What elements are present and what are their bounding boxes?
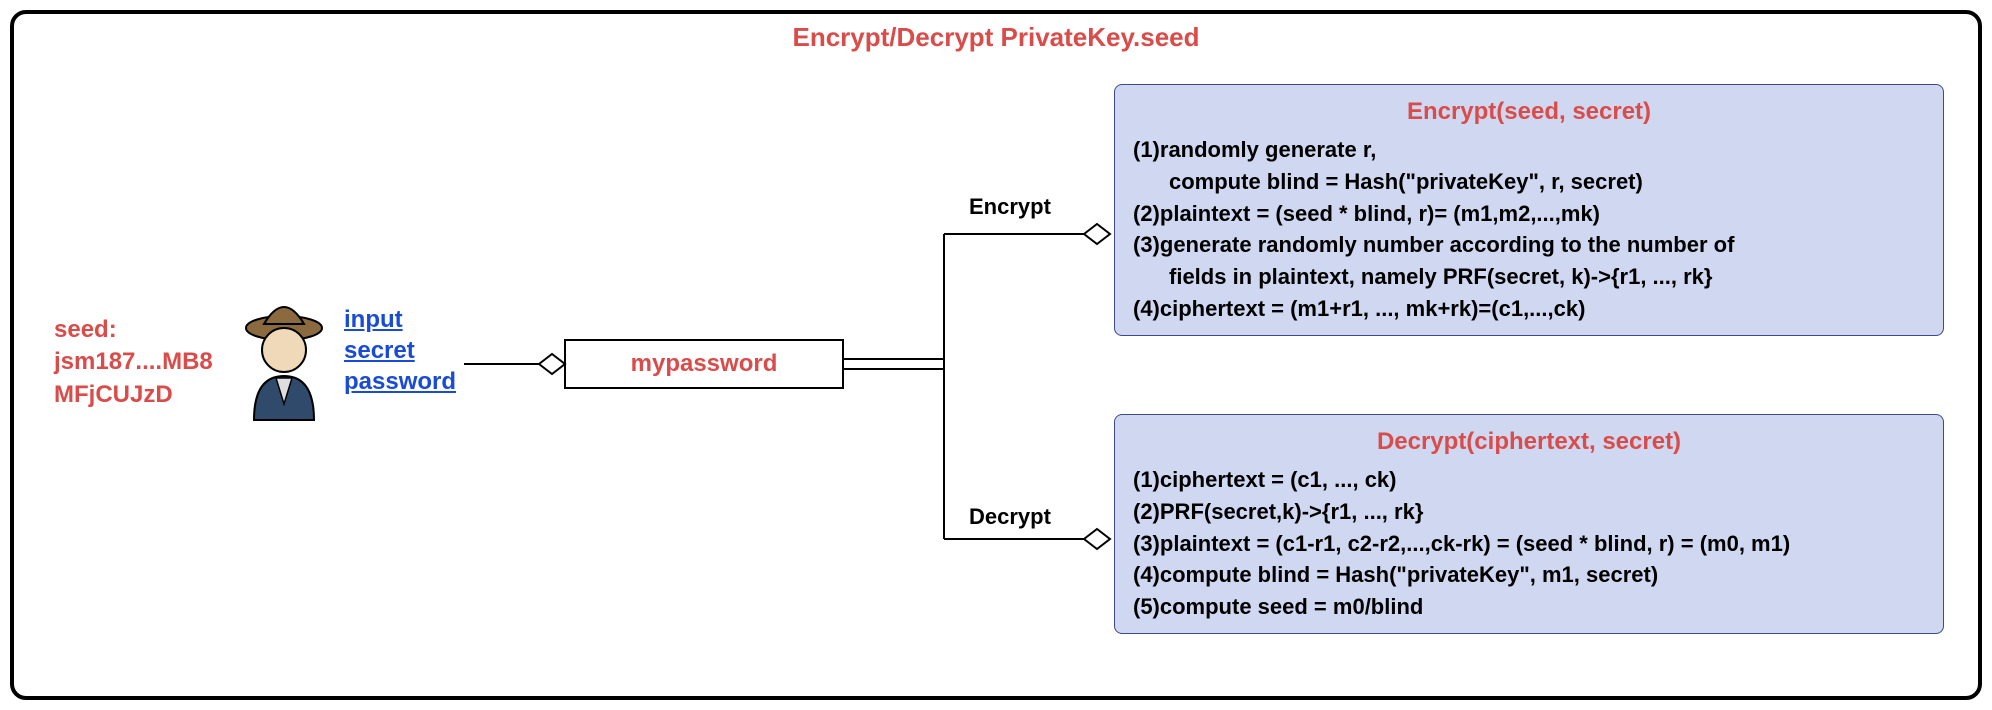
label-input: input (344, 304, 456, 335)
encrypt-box: Encrypt(seed, secret) (1)randomly genera… (1114, 84, 1944, 336)
decrypt-step2: (2)PRF(secret,k)->{r1, ..., rk} (1133, 496, 1925, 528)
encrypt-step3: (3)generate randomly number according to… (1133, 229, 1925, 261)
decrypt-step3: (3)plaintext = (c1-r1, c2-r2,...,ck-rk) … (1133, 528, 1925, 560)
diagram-frame: Encrypt/Decrypt PrivateKey.seed seed: js… (10, 10, 1982, 700)
decrypt-box: Decrypt(ciphertext, secret) (1)ciphertex… (1114, 414, 1944, 634)
encrypt-step1b: compute blind = Hash("privateKey", r, se… (1133, 166, 1925, 198)
seed-line1: jsm187....MB8 (54, 346, 213, 378)
diagram-title: Encrypt/Decrypt PrivateKey.seed (792, 22, 1199, 53)
password-value: mypassword (631, 350, 778, 378)
decrypt-label: Decrypt (969, 504, 1051, 530)
decrypt-step5: (5)compute seed = m0/blind (1133, 591, 1925, 623)
encrypt-step4: (4)ciphertext = (m1+r1, ..., mk+rk)=(c1,… (1133, 293, 1925, 325)
label-secret: secret (344, 335, 456, 366)
decrypt-step1: (1)ciphertext = (c1, ..., ck) (1133, 464, 1925, 496)
seed-label: seed: (54, 314, 213, 346)
user-icon (234, 294, 334, 429)
decrypt-header: Decrypt(ciphertext, secret) (1133, 425, 1925, 460)
encrypt-step1: (1)randomly generate r, (1133, 134, 1925, 166)
encrypt-step3b: fields in plaintext, namely PRF(secret, … (1133, 261, 1925, 293)
decrypt-body: (1)ciphertext = (c1, ..., ck) (2)PRF(sec… (1133, 464, 1925, 623)
input-labels: input secret password (344, 304, 456, 398)
encrypt-step2: (2)plaintext = (seed * blind, r)= (m1,m2… (1133, 198, 1925, 230)
decrypt-step4: (4)compute blind = Hash("privateKey", m1… (1133, 559, 1925, 591)
seed-line2: MFjCUJzD (54, 379, 213, 411)
password-box: mypassword (564, 339, 844, 389)
encrypt-body: (1)randomly generate r, compute blind = … (1133, 134, 1925, 325)
seed-block: seed: jsm187....MB8 MFjCUJzD (54, 314, 213, 411)
encrypt-header: Encrypt(seed, secret) (1133, 95, 1925, 130)
label-password: password (344, 366, 456, 397)
encrypt-label: Encrypt (969, 194, 1051, 220)
